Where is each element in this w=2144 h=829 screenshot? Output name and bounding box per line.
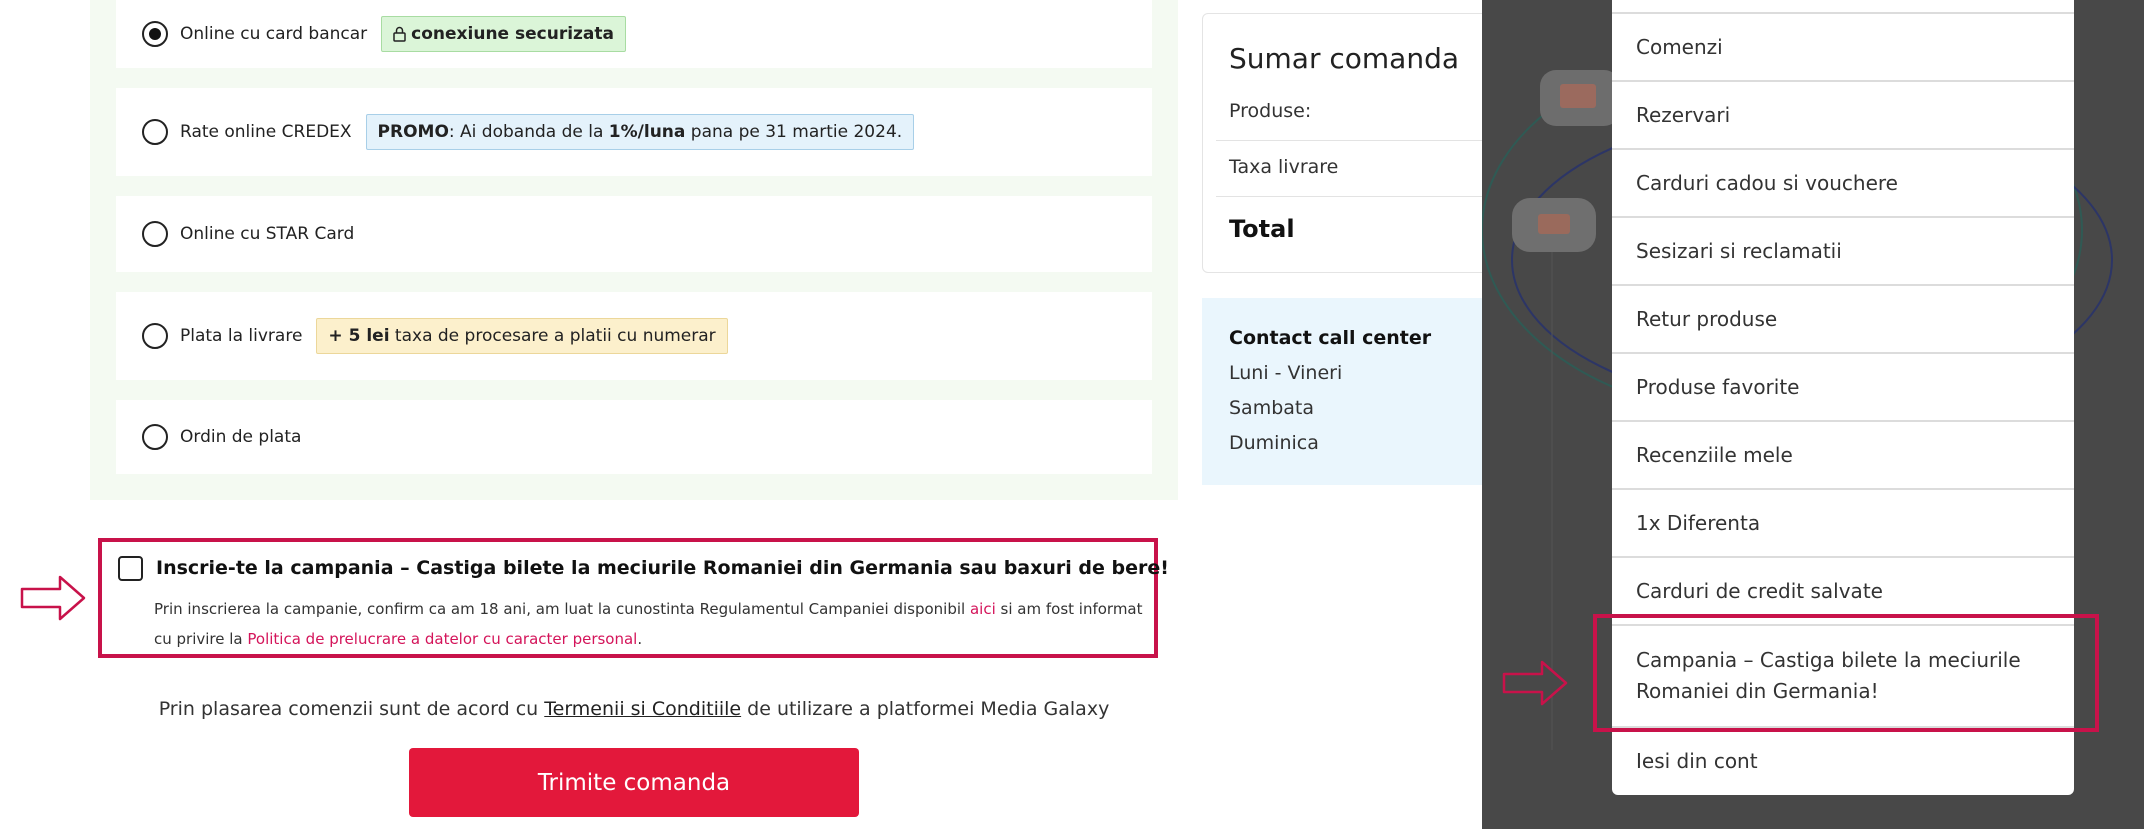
privacy-policy-link[interactable]: Politica de prelucrare a datelor cu cara…: [247, 630, 637, 648]
radio-card-online[interactable]: [142, 21, 168, 47]
arrow-right-icon: [20, 575, 86, 621]
terms-text: Prin plasarea comenzii sunt de acord cu: [158, 698, 545, 720]
menu-item-label: Rezervari: [1636, 103, 1731, 127]
arrow-right-icon: [1502, 660, 1568, 706]
contact-hours-sunday: Duminica: [1229, 432, 1319, 454]
campaign-title: Inscrie-te la campania – Castiga bilete …: [156, 557, 1169, 579]
radio-cash-on-delivery[interactable]: [142, 323, 168, 349]
payment-option-label: Rate online CREDEX: [180, 122, 352, 142]
menu-item-orders[interactable]: Comenzi: [1612, 12, 2074, 80]
terms-agreement: Prin plasarea comenzii sunt de acord cu …: [0, 698, 1268, 720]
submit-order-button[interactable]: Trimite comanda: [409, 748, 859, 817]
radio-star-card[interactable]: [142, 221, 168, 247]
summary-title: Sumar comanda: [1229, 42, 1460, 75]
summary-products-label: Produse:: [1229, 100, 1312, 122]
terms-text: de utilizare a platformei Media Galaxy: [741, 698, 1110, 720]
menu-item-gift-cards[interactable]: Carduri cadou si vouchere: [1612, 148, 2074, 216]
campaign-checkbox[interactable]: [118, 556, 143, 581]
divider: [1216, 196, 1502, 197]
payment-option-label: Online cu STAR Card: [180, 224, 355, 244]
badge-text: conexiune securizata: [411, 24, 614, 44]
menu-item-label: Retur produse: [1636, 307, 1778, 331]
payment-option-card[interactable]: Online cu STAR Card: [116, 196, 1152, 272]
campaign-optin-box: Inscrie-te la campania – Castiga bilete …: [98, 538, 1169, 658]
payment-option-card[interactable]: Rate online CREDEX PROMO: Ai dobanda de …: [116, 88, 1152, 176]
payment-option-card[interactable]: Ordin de plata: [116, 400, 1152, 474]
fee-badge: + 5 lei taxa de procesare a platii cu nu…: [316, 318, 728, 354]
summary-shipping-label: Taxa livrare: [1229, 156, 1339, 178]
campaign-consent-text: Prin inscrierea la campanie, confirm ca …: [154, 594, 1144, 654]
menu-item-price-difference[interactable]: 1x Diferenta: [1612, 488, 2074, 556]
rules-link[interactable]: aici: [970, 600, 996, 618]
contact-title: Contact call center: [1229, 327, 1432, 349]
menu-item-complaints[interactable]: Sesizari si reclamatii: [1612, 216, 2074, 284]
fee-amount: + 5 lei: [328, 326, 390, 346]
secure-connection-badge: conexiune securizata: [381, 16, 626, 52]
promo-rate: 1%/luna: [608, 122, 686, 142]
menu-item-logout[interactable]: Iesi din cont: [1612, 726, 2074, 794]
radio-credex[interactable]: [142, 119, 168, 145]
promo-label: PROMO: [377, 122, 449, 142]
payment-option-card[interactable]: Plata la livrare + 5 lei taxa de procesa…: [116, 292, 1152, 380]
contact-hours-weekdays: Luni - Vineri: [1229, 362, 1343, 384]
payment-option-label: Plata la livrare: [180, 326, 303, 346]
menu-item-label: Produse favorite: [1636, 375, 1800, 399]
menu-item-label: Carduri de credit salvate: [1636, 579, 1883, 603]
fee-text: taxa de procesare a platii cu numerar: [389, 326, 716, 346]
payment-option-card[interactable]: Online cu card bancar conexiune securiza…: [116, 0, 1152, 68]
menu-item-returns[interactable]: Retur produse: [1612, 284, 2074, 352]
divider: [1216, 140, 1502, 141]
menu-item-label: Recenziile mele: [1636, 443, 1793, 467]
consent-text: .: [637, 630, 643, 648]
menu-item-reservations[interactable]: Rezervari: [1612, 80, 2074, 148]
promo-badge: PROMO: Ai dobanda de la 1%/luna pana pe …: [365, 114, 915, 150]
consent-text: Prin inscrierea la campanie, confirm ca …: [154, 600, 970, 618]
promo-text-end: pana pe 31 martie 2024.: [685, 122, 903, 142]
menu-item-label: Comenzi: [1636, 35, 1723, 59]
contact-hours-saturday: Sambata: [1229, 397, 1315, 419]
menu-item-label: Iesi din cont: [1636, 749, 1758, 773]
payment-option-label: Ordin de plata: [180, 427, 302, 447]
radio-payment-order[interactable]: [142, 424, 168, 450]
menu-item-label: Sesizari si reclamatii: [1636, 239, 1842, 263]
lock-icon: [393, 26, 406, 42]
menu-item-favorites[interactable]: Produse favorite: [1612, 352, 2074, 420]
payment-option-label: Online cu card bancar: [180, 24, 368, 44]
menu-item-reviews[interactable]: Recenziile mele: [1612, 420, 2074, 488]
campaign-menu-highlight: [1593, 614, 2099, 732]
terms-link[interactable]: Termenii si Conditiile: [544, 698, 741, 720]
menu-item-label: 1x Diferenta: [1636, 511, 1761, 535]
menu-item-label: Carduri cadou si vouchere: [1636, 171, 1898, 195]
summary-total-label: Total: [1229, 215, 1295, 243]
promo-text: : Ai dobanda de la: [448, 122, 609, 142]
